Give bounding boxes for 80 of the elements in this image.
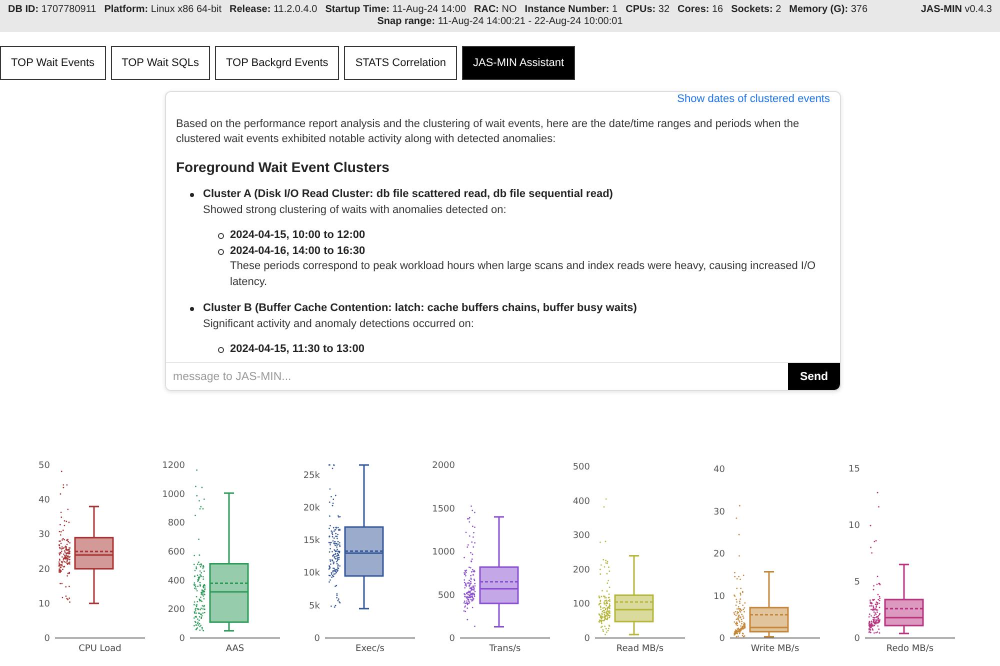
axis-tick-label: 500 (572, 462, 590, 473)
axis-tick-label: 30 (714, 507, 725, 518)
date-range: 2024-04-15, 10:00 to 12:00 (230, 228, 366, 243)
axis-tick-label: 10 (714, 592, 725, 602)
send-button[interactable]: Send (788, 363, 840, 390)
axis-tick-label: 5k (309, 601, 320, 612)
tab[interactable]: STATS Correlation (344, 46, 457, 80)
axis-tick-label: 0 (44, 634, 50, 644)
axis-tick-label: 0 (179, 634, 185, 644)
axis-tick-label: 40 (714, 465, 725, 476)
axis-tick-label: 1500 (432, 504, 455, 514)
cluster-note: These periods correspond to peak workload hours when large scans and index reads were heavy, causing increased I/O latency. (230, 259, 817, 290)
info-field: Sockets: 2 (731, 4, 782, 15)
axis-tick-label: 600 (168, 548, 185, 558)
axis-tick-label: 500 (438, 590, 455, 601)
axis-label: Trans/s (489, 644, 521, 653)
axis-label: Redo MB/s (886, 644, 934, 653)
tab[interactable]: TOP Wait SQLs (110, 46, 210, 80)
axis-tick-label: 200 (572, 565, 590, 576)
cluster-title: Cluster A (Disk I/O Read Cluster: db file scattered read, db file sequential read) (203, 187, 614, 202)
section-heading: Foreground Wait Event Clusters (176, 160, 390, 175)
axis-tick-label: 1200 (162, 461, 185, 471)
tab[interactable]: TOP Wait Events (0, 46, 106, 80)
axis-tick-label: 300 (572, 531, 590, 542)
axis-tick-label: 30 (38, 530, 50, 540)
info-field: DB ID: 1707780911 (8, 4, 96, 15)
cluster-description: Significant activity and anomaly detections occurred on: (203, 316, 475, 332)
info-field: Startup Time: 11-Aug-24 14:00 (325, 4, 466, 15)
axis-tick-label: 10 (848, 520, 860, 531)
axis-tick-label: 2000 (432, 461, 455, 471)
axis-tick-label: 20 (38, 564, 50, 575)
axis-tick-label: 15 (848, 464, 860, 474)
show-dates-link[interactable]: Show dates of clustered events (677, 92, 830, 108)
axis-tick-label: 0 (719, 634, 725, 644)
axis-tick-label: 0 (584, 634, 590, 644)
axis-tick-label: 40 (38, 496, 50, 506)
axis-tick-label: 400 (572, 496, 590, 507)
info-field: Memory (G): 376 (789, 4, 868, 15)
info-field: Cores: 16 (678, 4, 724, 15)
axis-tick-label: 100 (572, 600, 590, 610)
axis-tick-label: 1000 (162, 490, 185, 500)
axis-tick-label: 5 (854, 577, 860, 588)
app-version: JAS-MIN v0.4.3 (920, 4, 992, 15)
bullet-icon (218, 248, 224, 254)
bullet-icon (218, 233, 224, 239)
axis-tick-label: 10 (38, 599, 50, 610)
axis-tick-label: 1000 (432, 548, 455, 558)
bullet-icon (218, 347, 224, 353)
tab[interactable]: JAS-MIN Assistant (462, 46, 576, 80)
axis-tick-label: 0 (854, 634, 860, 644)
axis-tick-label: 15k (303, 536, 320, 546)
axis-tick-label: 0 (314, 634, 320, 644)
axis-label: CPU Load (78, 644, 122, 653)
info-field: Instance Number: 1 (524, 4, 618, 15)
axis-tick-label: 400 (168, 576, 185, 586)
bullet-icon (190, 193, 194, 197)
info-field: Release: 11.2.0.4.0 (230, 4, 318, 15)
axis-tick-label: 0 (449, 634, 455, 644)
axis-label: AAS (226, 644, 244, 653)
cluster-description: Showed strong clustering of waits with anomalies detected on: (203, 202, 508, 218)
info-field: Platform: Linux x86 64-bit (104, 4, 222, 15)
axis-tick-label: 20k (303, 503, 320, 514)
axis-tick-label: 200 (168, 605, 185, 616)
intro-paragraph: Based on the performance report analysis and the clustering of wait events, here are the date/time ranges and periods when the clustered wait events exhibited notable activity along with detected anomalies: (176, 116, 800, 147)
date-range: 2024-04-16, 14:00 to 16:30 (230, 244, 366, 258)
axis-tick-label: 50 (38, 461, 50, 471)
info-field: CPUs: 32 (626, 4, 670, 15)
axis-tick-label: 20 (714, 550, 725, 560)
axis-tick-label: 25k (303, 470, 320, 481)
axis-label: Exec/s (356, 644, 384, 653)
date-range: 2024-04-15, 11:30 to 13:00 (230, 342, 366, 357)
tab[interactable]: TOP Backgrd Events (215, 46, 340, 80)
axis-tick-label: 10k (303, 568, 320, 579)
axis-tick-label: 800 (168, 518, 185, 529)
bullet-icon (190, 307, 194, 311)
cluster-title: Cluster B (Buffer Cache Contention: latch: cache buffers chains, buffer busy waits) (203, 301, 638, 316)
axis-label: Read MB/s (616, 644, 664, 653)
snap-range: Snap range: 11-Aug-24 14:00:21 - 22-Aug-24 10:00:01 (377, 16, 623, 27)
axis-label: Write MB/s (750, 644, 800, 653)
info-field: RAC: NO (474, 4, 517, 15)
